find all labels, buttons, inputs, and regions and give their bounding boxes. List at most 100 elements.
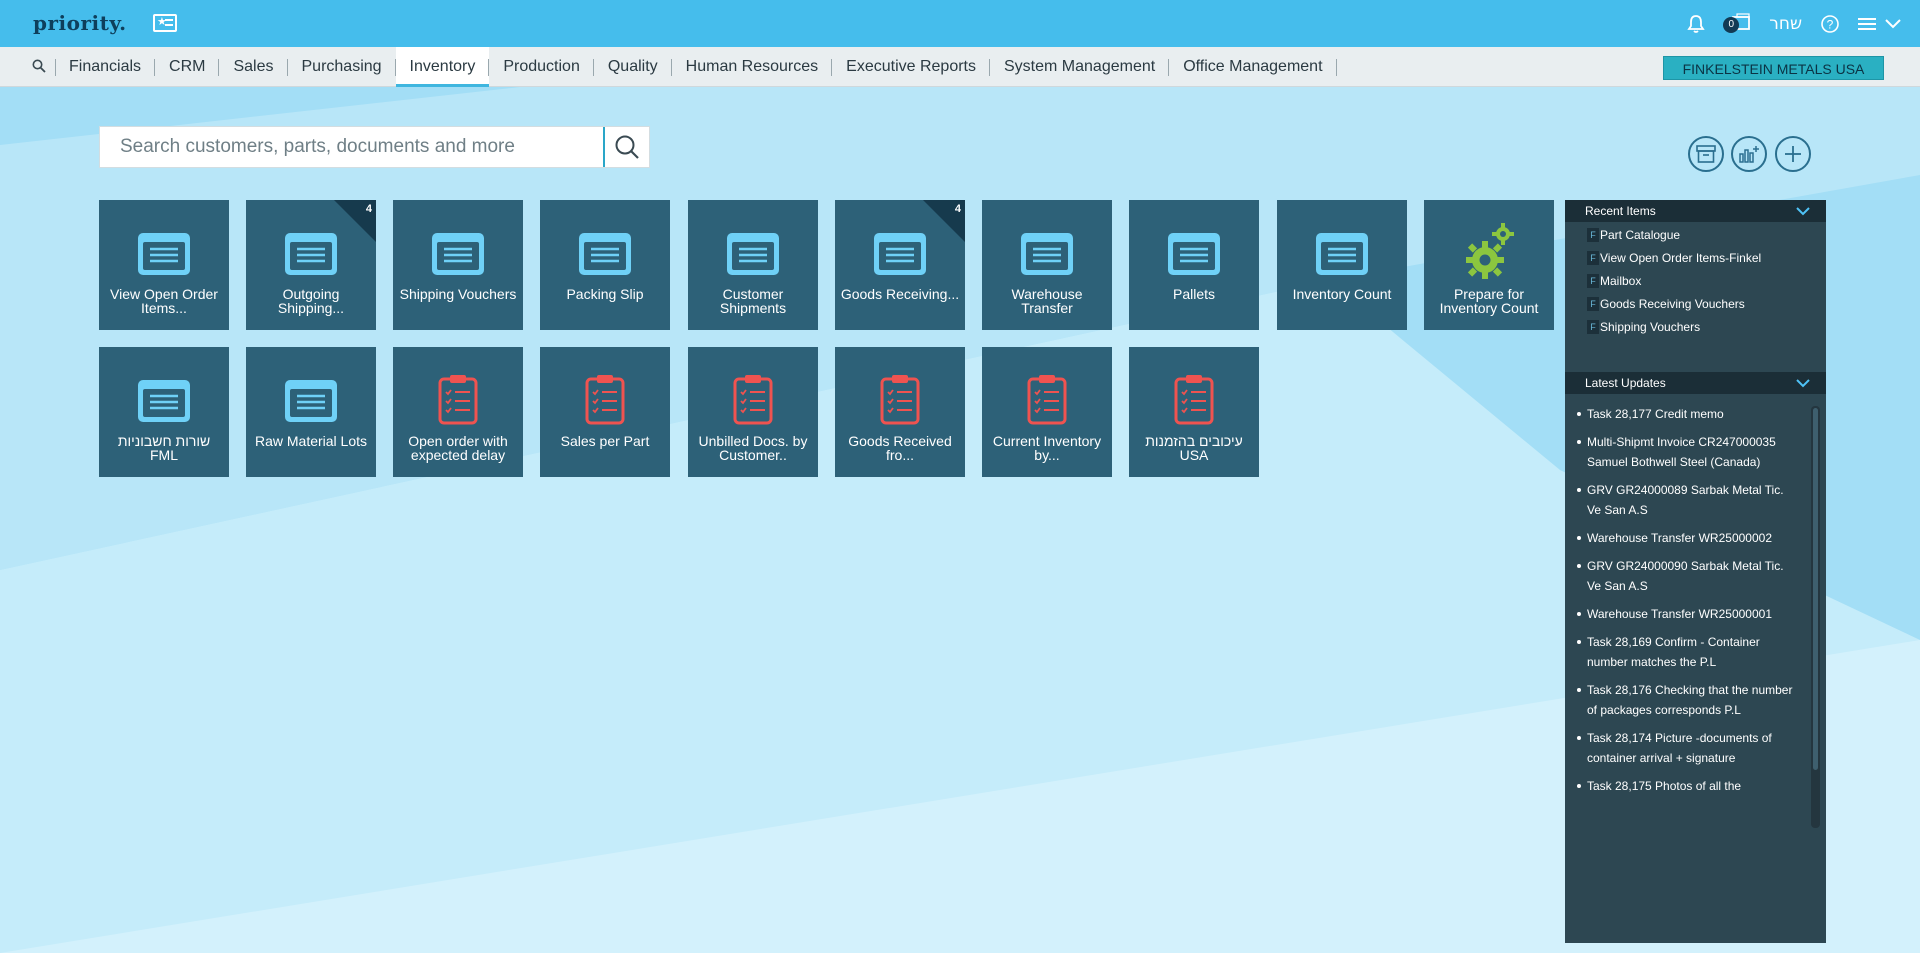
latest-updates-list: Task 28,177 Credit memo Multi-Shipmt Inv…	[1565, 404, 1810, 828]
update-item[interactable]: Task 28,176 Checking that the number of …	[1565, 680, 1810, 720]
menu-system-management[interactable]: System Management	[990, 47, 1170, 87]
update-item[interactable]: Warehouse Transfer WR25000002	[1565, 528, 1810, 548]
form-type-badge: F	[1587, 319, 1599, 334]
clipboard-icon	[438, 375, 478, 425]
tile-label: Inventory Count	[1292, 286, 1392, 302]
update-item[interactable]: Task 28,169 Confirm - Container number m…	[1565, 632, 1810, 672]
recent-item[interactable]: F Mailbox	[1565, 269, 1826, 292]
recent-items-title: Recent Items	[1585, 204, 1656, 218]
recent-item[interactable]: F View Open Order Items-Finkel	[1565, 246, 1826, 269]
archive-button[interactable]	[1688, 136, 1724, 172]
update-item[interactable]: GRV GR24000089 Sarbak Metal Tic. Ve San …	[1565, 480, 1810, 520]
search-icon	[615, 135, 639, 159]
recent-item-label: View Open Order Items-Finkel	[1600, 250, 1762, 265]
latest-updates-header[interactable]: Latest Updates	[1565, 372, 1826, 394]
tile-label: Sales per Part	[560, 433, 650, 449]
menu-executive-reports[interactable]: Executive Reports	[832, 47, 990, 87]
latest-updates-section: Latest Updates Task 28,177 Credit memo M…	[1565, 372, 1826, 914]
messages-icon[interactable]: 0	[1723, 13, 1751, 35]
tile-customer-shipments[interactable]: Customer Shipments	[688, 200, 818, 330]
form-icon	[285, 233, 337, 275]
help-icon[interactable]: ?	[1820, 14, 1840, 34]
tile-count-badge: 4	[365, 203, 372, 215]
user-name[interactable]: שחר	[1769, 14, 1802, 34]
add-button[interactable]	[1775, 136, 1811, 172]
menu-office-management[interactable]: Office Management	[1169, 47, 1337, 87]
company-selector[interactable]: FINKELSTEIN METALS USA	[1663, 56, 1884, 80]
menu-financials[interactable]: Financials	[55, 47, 156, 87]
svg-text:?: ?	[1827, 18, 1834, 32]
recent-item[interactable]: F Part Catalogue	[1565, 223, 1826, 246]
gears-icon	[1466, 223, 1514, 279]
recent-item[interactable]: F Shipping Vouchers	[1565, 315, 1826, 338]
clipboard-icon	[733, 375, 773, 425]
tile-order-delays-usa[interactable]: עיכובים בהזמנות USA	[1129, 347, 1259, 477]
menu-inventory[interactable]: Inventory	[395, 47, 490, 87]
menu-human-resources[interactable]: Human Resources	[672, 47, 833, 87]
tile-open-order-expected-delay[interactable]: Open order with expected delay	[393, 347, 523, 477]
tile-raw-material-lots[interactable]: Raw Material Lots	[246, 347, 376, 477]
tile-label: Goods Received fro...	[848, 433, 952, 463]
latest-updates-title: Latest Updates	[1585, 376, 1666, 390]
search-button[interactable]	[603, 127, 649, 167]
tile-fml-invoice-lines[interactable]: שורות חשבוניות FML	[99, 347, 229, 477]
menu-quality[interactable]: Quality	[594, 47, 672, 87]
form-icon	[1021, 233, 1073, 275]
tile-label: Customer Shipments	[719, 286, 787, 316]
updates-scrollbar-thumb[interactable]	[1813, 408, 1818, 770]
tile-inventory-count[interactable]: Inventory Count	[1277, 200, 1407, 330]
tile-sales-per-part[interactable]: Sales per Part	[540, 347, 670, 477]
global-search	[99, 126, 650, 168]
search-input[interactable]	[100, 127, 603, 167]
menu-production[interactable]: Production	[489, 47, 594, 87]
chevron-down-icon[interactable]	[1884, 14, 1902, 35]
recent-items-header[interactable]: Recent Items	[1565, 200, 1826, 222]
tile-prepare-inventory-count[interactable]: Prepare for Inventory Count	[1424, 200, 1554, 330]
tile-warehouse-transfer[interactable]: Warehouse Transfer	[982, 200, 1112, 330]
tile-goods-receiving[interactable]: 4 Goods Receiving...	[835, 200, 965, 330]
id-card-icon[interactable]: ★	[153, 14, 177, 32]
chevron-down-icon[interactable]	[1796, 206, 1810, 216]
tile-current-inventory[interactable]: Current Inventory by...	[982, 347, 1112, 477]
form-type-badge: F	[1587, 273, 1599, 288]
clipboard-icon	[880, 375, 920, 425]
form-icon	[1168, 233, 1220, 275]
tile-label: Goods Receiving...	[840, 286, 960, 302]
update-item[interactable]: Task 28,177 Credit memo	[1565, 404, 1810, 424]
bell-icon[interactable]	[1687, 14, 1705, 34]
tile-outgoing-shipping[interactable]: 4 Outgoing Shipping...	[246, 200, 376, 330]
update-item[interactable]: Task 28,174 Picture -documents of contai…	[1565, 728, 1810, 768]
tile-label: Shipping Vouchers	[399, 286, 517, 302]
tile-label: Warehouse Transfer	[1011, 286, 1083, 316]
form-icon	[1316, 233, 1368, 275]
clipboard-icon	[585, 375, 625, 425]
tile-packing-slip[interactable]: Packing Slip	[540, 200, 670, 330]
menu-crm[interactable]: CRM	[155, 47, 220, 87]
hamburger-menu-icon[interactable]	[1858, 16, 1876, 32]
tile-goods-received-from[interactable]: Goods Received fro...	[835, 347, 965, 477]
priority-logo[interactable]: priority.	[33, 11, 127, 35]
tile-label: שורות חשבוניות FML	[117, 433, 211, 463]
menu-purchasing[interactable]: Purchasing	[288, 47, 396, 87]
tile-view-open-order-items[interactable]: View Open Order Items...	[99, 200, 229, 330]
update-item[interactable]: Task 28,175 Photos of all the	[1565, 776, 1810, 796]
update-item[interactable]: Warehouse Transfer WR25000001	[1565, 604, 1810, 624]
tile-pallets[interactable]: Pallets	[1129, 200, 1259, 330]
recent-item[interactable]: F Goods Receiving Vouchers	[1565, 292, 1826, 315]
menu-search-icon[interactable]	[32, 59, 46, 78]
recent-item-label: Shipping Vouchers	[1600, 319, 1701, 334]
add-report-button[interactable]	[1731, 136, 1767, 172]
side-panel: Recent Items F Part Catalogue F View Open …	[1565, 200, 1826, 943]
top-header: priority. ★ 0 שחר ?	[0, 0, 1920, 47]
form-icon	[432, 233, 484, 275]
tile-label: Open order with expected delay	[408, 433, 508, 463]
tile-unbilled-docs[interactable]: Unbilled Docs. by Customer..	[688, 347, 818, 477]
plus-icon	[1785, 146, 1801, 162]
chevron-down-icon[interactable]	[1796, 378, 1810, 388]
tile-shipping-vouchers[interactable]: Shipping Vouchers	[393, 200, 523, 330]
form-icon	[874, 233, 926, 275]
update-item[interactable]: Multi-Shipmt Invoice CR247000035 Samuel …	[1565, 432, 1810, 472]
archive-icon	[1696, 145, 1716, 163]
update-item[interactable]: GRV GR24000090 Sarbak Metal Tic. Ve San …	[1565, 556, 1810, 596]
menu-sales[interactable]: Sales	[219, 47, 288, 87]
